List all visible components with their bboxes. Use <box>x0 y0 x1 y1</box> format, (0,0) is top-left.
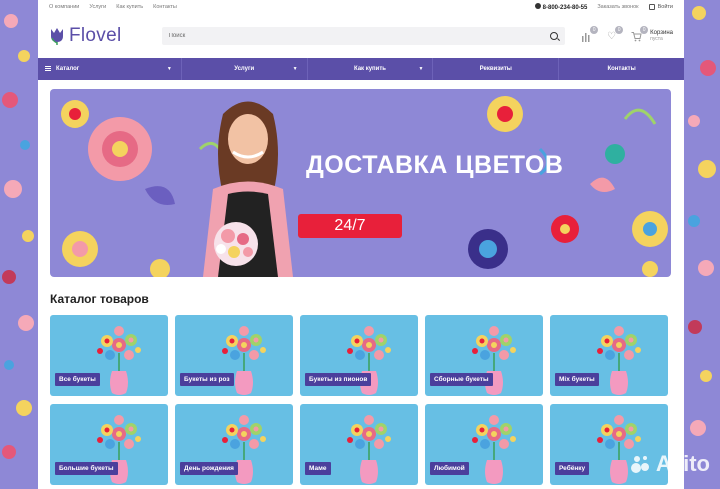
catalog-tile[interactable]: Все букеты <box>50 315 168 396</box>
chevron-down-icon: ▼ <box>418 66 424 72</box>
nav-contacts-label: Контакты <box>607 66 636 72</box>
catalog-tile-label: Маме <box>305 462 331 475</box>
top-link-how-to-buy[interactable]: Как купить <box>116 4 143 10</box>
banner-title: ДОСТАВКА ЦВЕТОВ <box>306 151 564 179</box>
catalog-tile[interactable]: Сборные букеты <box>425 315 543 396</box>
top-link-about[interactable]: О компании <box>49 4 79 10</box>
watermark-text: Avito <box>655 451 710 476</box>
logo-text: Flovel <box>69 25 122 46</box>
catalog-tile[interactable]: Mix букеты <box>550 315 668 396</box>
catalog-grid: Все букеты Букеты из роз Букеты из пионо… <box>50 315 671 485</box>
catalog-tile-label: Все букеты <box>55 373 100 386</box>
catalog-tile[interactable]: День рождения <box>175 404 293 485</box>
login-label: Войти <box>657 4 673 10</box>
catalog-tile-label: Любимой <box>430 462 469 475</box>
lock-icon <box>648 4 655 10</box>
search-input[interactable] <box>168 33 551 39</box>
catalog-tile-label: Большие букеты <box>55 462 118 475</box>
catalog-tile-label: Букеты из роз <box>180 373 234 386</box>
nav-requisites-label: Реквизиты <box>479 66 512 72</box>
page-container: О компании Услуги Как купить Контакты 8-… <box>38 0 684 489</box>
florist-woman-image <box>203 101 293 277</box>
nav-requisites[interactable]: Реквизиты <box>433 58 560 80</box>
login-link[interactable]: Войти <box>648 4 673 10</box>
phone-icon <box>534 3 541 9</box>
search-icon[interactable] <box>550 32 559 40</box>
avito-watermark: Avito <box>630 451 710 477</box>
promo-banner[interactable]: ДОСТАВКА ЦВЕТОВ 24/7 <box>50 89 671 277</box>
nav-services-label: Услуги <box>234 66 255 72</box>
banner-badge: 24/7 <box>298 214 402 238</box>
catalog-tile-label: Ребёнку <box>555 462 590 475</box>
catalog-tile[interactable]: Букеты из пионов <box>300 315 418 396</box>
callback-link[interactable]: Заказать звонок <box>597 4 638 10</box>
header: Flovel 0 ♡ 0 0 Корзина пуста <box>38 14 684 58</box>
chevron-down-icon: ▼ <box>292 66 298 72</box>
favorites-count-badge: 0 <box>615 25 624 34</box>
nav-catalog[interactable]: Каталог ▼ <box>38 58 182 80</box>
search-bar <box>161 27 566 45</box>
compare-button[interactable]: 0 <box>581 25 599 42</box>
phone-text: 8-800-234-80-55 <box>542 5 588 11</box>
catalog-tile-label: Mix букеты <box>555 373 599 386</box>
cart-icon-wrap: 0 <box>631 25 649 42</box>
tulip-logo-icon <box>51 28 63 45</box>
nav-contacts[interactable]: Контакты <box>559 58 684 80</box>
cart-button[interactable]: 0 Корзина пуста <box>631 25 673 42</box>
catalog-tile[interactable]: Любимой <box>425 404 543 485</box>
avito-logo-icon <box>630 456 649 473</box>
cart-status: пуста <box>650 36 663 42</box>
catalog-tile[interactable]: Букеты из роз <box>175 315 293 396</box>
top-links: О компании Услуги Как купить Контакты <box>49 4 177 10</box>
favorites-button[interactable]: ♡ 0 <box>606 25 624 42</box>
cart-count-badge: 0 <box>640 25 649 34</box>
main-nav: Каталог ▼ Услуги ▼ Как купить ▼ Реквизит… <box>38 58 684 80</box>
top-links-bar: О компании Услуги Как купить Контакты 8-… <box>38 0 684 14</box>
catalog-tile-label: Букеты из пионов <box>305 373 372 386</box>
logo[interactable]: Flovel <box>49 25 152 47</box>
catalog-tile[interactable]: Большие букеты <box>50 404 168 485</box>
right-floral-pattern <box>684 0 720 489</box>
catalog-title: Каталог товаров <box>50 292 149 306</box>
chevron-down-icon: ▼ <box>166 66 172 72</box>
nav-how-to-buy-label: Как купить <box>353 66 386 72</box>
catalog-tile-label: Сборные букеты <box>430 373 493 386</box>
phone-number[interactable]: 8-800-234-80-55 <box>534 3 588 11</box>
top-link-services[interactable]: Услуги <box>89 4 106 10</box>
compare-count-badge: 0 <box>590 25 599 34</box>
top-link-contacts[interactable]: Контакты <box>153 4 177 10</box>
catalog-tile[interactable]: Маме <box>300 404 418 485</box>
banner-flowers-decoration <box>61 96 668 277</box>
nav-services[interactable]: Услуги ▼ <box>182 58 308 80</box>
catalog-tile-label: День рождения <box>180 462 238 475</box>
nav-how-to-buy[interactable]: Как купить ▼ <box>308 58 434 80</box>
burger-menu-icon <box>45 66 51 71</box>
nav-catalog-label: Каталог <box>56 66 80 72</box>
left-floral-pattern <box>0 0 38 489</box>
